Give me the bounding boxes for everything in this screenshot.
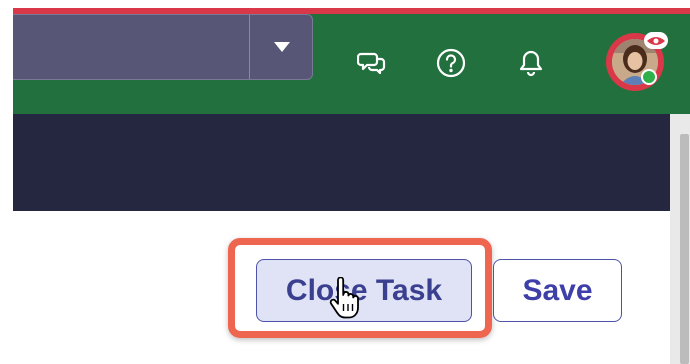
caret-down-icon — [274, 42, 290, 52]
close-task-label: Close Task — [285, 273, 443, 307]
bell-icon — [519, 50, 543, 77]
save-button[interactable]: Save — [493, 259, 622, 322]
scrollbar-thumb[interactable] — [680, 134, 689, 364]
page-header-band — [0, 114, 670, 211]
close-task-button[interactable]: Close Task — [256, 259, 472, 322]
help-button[interactable] — [434, 46, 468, 80]
chat-button[interactable] — [355, 46, 389, 80]
top-accent-bar — [0, 0, 690, 14]
eye-icon — [644, 32, 668, 49]
search-input[interactable] — [1, 15, 253, 81]
online-status-badge — [641, 69, 657, 85]
hand-pointer-cursor-icon — [329, 277, 359, 319]
search-dropdown-button[interactable] — [249, 15, 314, 79]
save-label: Save — [522, 273, 593, 307]
notifications-button[interactable] — [514, 46, 548, 80]
left-edge — [0, 0, 13, 364]
search-combobox[interactable] — [0, 14, 314, 81]
help-icon — [436, 48, 466, 78]
chat-icon — [357, 52, 386, 75]
